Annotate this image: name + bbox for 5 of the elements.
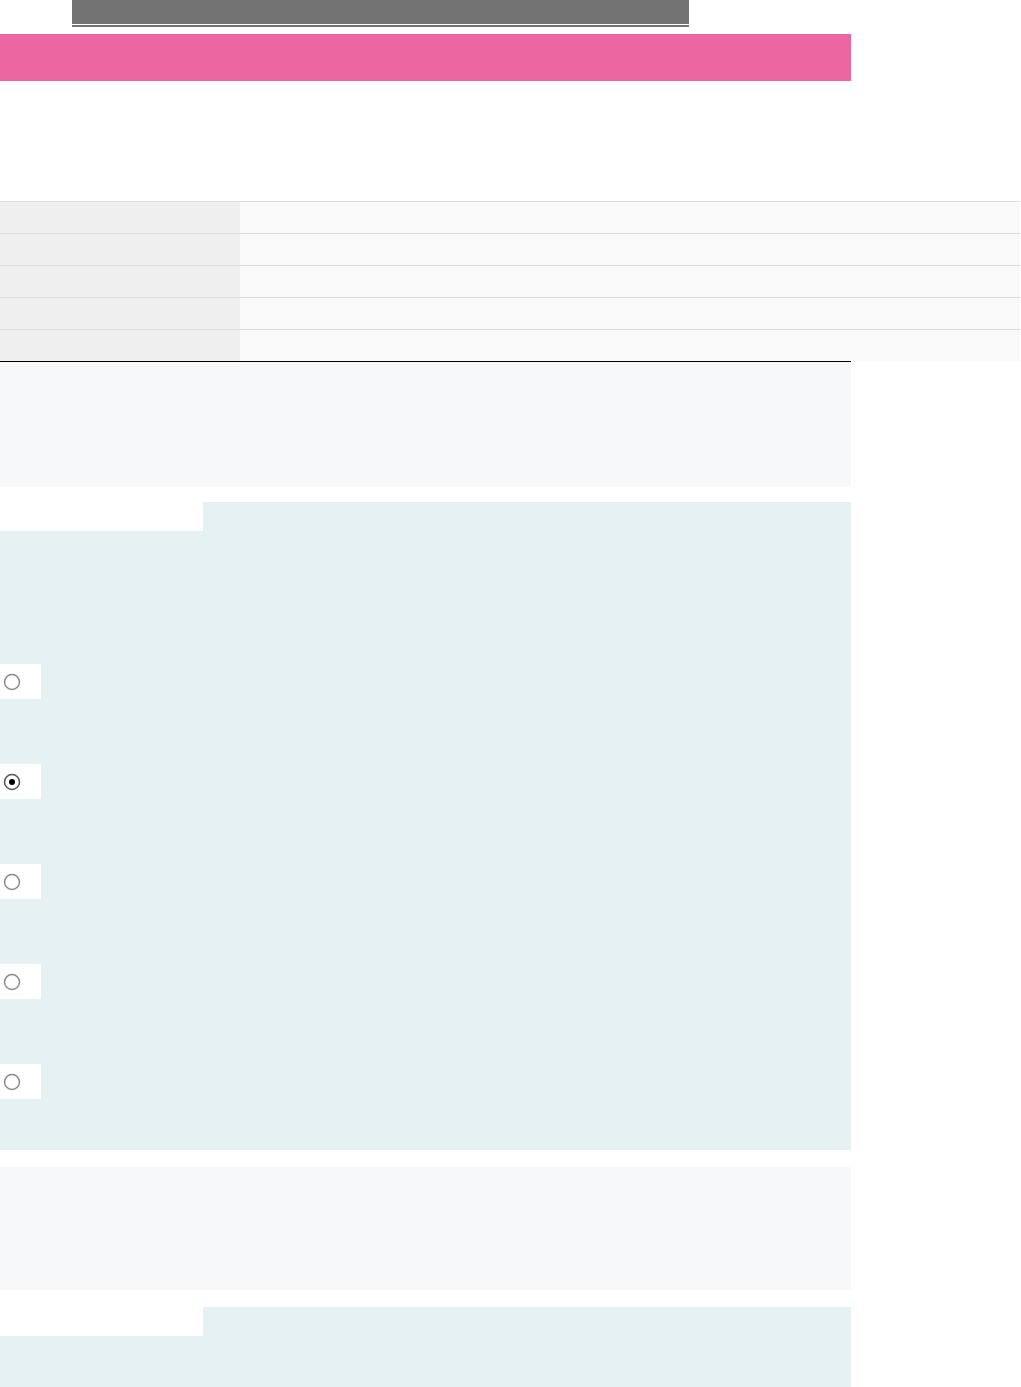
radio-button[interactable] (0, 1064, 41, 1099)
radio-button[interactable] (0, 764, 41, 799)
radio-button[interactable] (0, 864, 41, 899)
radio-button[interactable] (0, 964, 41, 999)
radio-button[interactable] (0, 664, 41, 699)
